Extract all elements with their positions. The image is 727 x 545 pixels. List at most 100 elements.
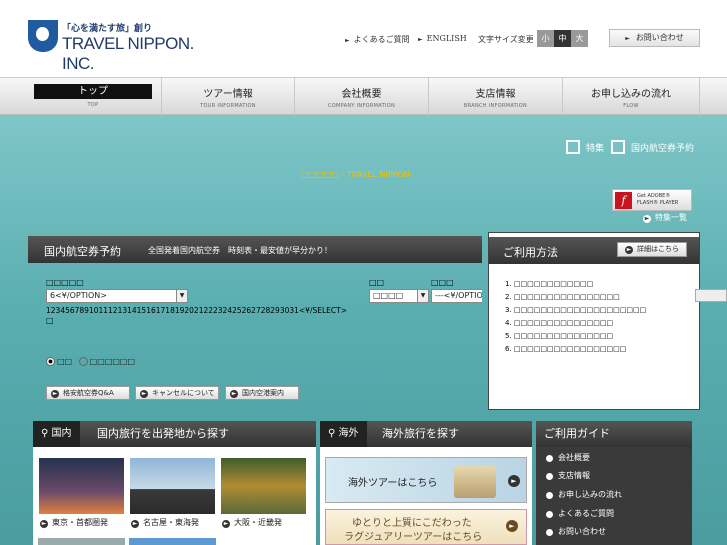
- photo-fragment: [129, 538, 216, 545]
- font-size-small-button[interactable]: 小: [537, 30, 554, 47]
- tokyo-photo[interactable]: [38, 457, 125, 515]
- departure-label: □□: [369, 278, 385, 287]
- arrow-circle-icon: ►: [625, 246, 633, 254]
- air-ticket-header: 国内航空券予約 全国発着国内航空券 時刻表・最安値が早分かり！: [28, 236, 482, 263]
- arrow-circle-icon: ►: [643, 215, 651, 223]
- luxury-banner-line-2: ラグジュアリーツアーはこちら: [344, 532, 483, 543]
- usage-step: 5. □□□□□□□□□□□□□□□: [505, 332, 614, 340]
- contact-button-label: お問い合わせ: [635, 33, 684, 42]
- guide-item-branch[interactable]: 支店情報: [546, 470, 590, 481]
- departure-select-value: □□□□: [373, 291, 404, 300]
- flash-logo-icon: f: [615, 192, 632, 209]
- air-ticket-panel: 国内航空券予約 全国発着国内航空券 時刻表・最安値が早分かり！ □□□□□ 6<…: [28, 232, 484, 410]
- bullet-icon: [546, 510, 553, 518]
- domestic-header: ⚲ 国内 国内旅行を出発地から探す: [33, 421, 316, 447]
- font-size-medium-button[interactable]: 中: [554, 30, 571, 47]
- site-header: 「心を満たす旅」創り TRAVEL NIPPON. INC. ► よくあるご質問 …: [0, 0, 727, 77]
- nav-item-label: 支店情報: [475, 89, 516, 100]
- usage-step: 3. □□□□□□□□□□□□□□□□□□□□: [505, 306, 647, 314]
- nav-item-flow[interactable]: お申し込みの流れ FLOW: [563, 78, 700, 115]
- month-select-value: 6<¥/OPTION>: [50, 291, 107, 300]
- luxury-banner-line-1: ゆとりと上質にこだわった: [352, 518, 472, 529]
- luxury-tours-banner[interactable]: ゆとりと上質にこだわった ラグジュアリーツアーはこちら ►: [325, 509, 527, 545]
- usage-header: ご利用方法 ► 詳細はこちら: [489, 237, 699, 264]
- global-nav: トップ TOP ツアー情報 TOUR INFORMATION 会社概要 COMP…: [0, 77, 727, 115]
- area-label: 大阪・近畿発: [234, 518, 282, 527]
- flash-badge-text: Get ADOBE® FLASH® PLAYER: [637, 193, 678, 207]
- arrival-label: □□□: [431, 278, 454, 287]
- contact-button[interactable]: ► お問い合わせ: [609, 29, 700, 47]
- english-link[interactable]: ► ENGLISH: [418, 34, 467, 43]
- guide-item-faq[interactable]: よくあるご質問: [546, 508, 614, 519]
- day-options-tail: □: [46, 316, 54, 325]
- nagoya-link[interactable]: ► 名古屋・東海発: [131, 517, 199, 528]
- trip-type-radio-2-label: □□□□□□: [89, 357, 136, 366]
- nav-item-label: ツアー情報: [203, 89, 253, 100]
- details-button[interactable]: ► 詳細はこちら: [617, 242, 687, 257]
- button-label: 国内空港案内: [242, 389, 284, 397]
- feature-checkbox[interactable]: [566, 140, 580, 154]
- airport-guide-button[interactable]: ► 国内空港案内: [225, 386, 299, 400]
- feature-checkbox-label: 特集: [586, 144, 605, 154]
- overflow-select-fragment[interactable]: [695, 289, 727, 302]
- arrow-circle-icon: ►: [131, 520, 139, 528]
- nav-item-label: 会社概要: [341, 89, 382, 100]
- arrow-circle-icon: ►: [222, 520, 230, 528]
- feature-list-link[interactable]: ► 特集一覧: [643, 212, 687, 223]
- air-ticket-checkbox-label: 国内航空券予約: [631, 144, 695, 154]
- nav-item-tour[interactable]: ツアー情報 TOUR INFORMATION: [161, 78, 295, 115]
- osaka-photo[interactable]: [220, 457, 307, 515]
- font-size-large-button[interactable]: 大: [571, 30, 588, 47]
- nav-item-sublabel: BRANCH INFORMATION: [463, 103, 528, 109]
- area-label: 名古屋・東海発: [143, 518, 199, 527]
- flash-line-2: FLASH® PLAYER: [637, 200, 679, 206]
- arrow-circle-icon: ►: [508, 475, 520, 487]
- tokyo-link[interactable]: ► 東京・首都圏発: [40, 517, 108, 528]
- get-flash-player-badge[interactable]: f Get ADOBE® FLASH® PLAYER: [612, 189, 692, 211]
- usage-title: ご利用方法: [503, 246, 558, 259]
- month-select[interactable]: 6<¥/OPTION> ▼: [46, 289, 188, 303]
- guide-panel: ご利用ガイド 会社概要 支店情報 お申し込みの流れ よくあるご質問 お問い合わせ: [536, 421, 692, 545]
- guide-title: ご利用ガイド: [544, 427, 610, 440]
- guide-item-company[interactable]: 会社概要: [546, 452, 590, 463]
- overseas-tours-banner[interactable]: 海外ツアーはこちら ►: [325, 457, 527, 503]
- arrival-select[interactable]: ---<¥/OPTION: [431, 289, 482, 303]
- logo-tagline: 「心を満たす旅」創り: [62, 24, 153, 34]
- usage-step: 2. □□□□□□□□□□□□□□□□: [505, 293, 620, 301]
- nagoya-photo[interactable]: [129, 457, 216, 515]
- international-title: 海外旅行を探す: [382, 427, 459, 440]
- faq-link[interactable]: ► よくあるご質問: [345, 34, 410, 45]
- details-button-label: 詳細はこちら: [637, 245, 679, 253]
- arrow-circle-icon: ►: [51, 390, 59, 398]
- osaka-link[interactable]: ► 大阪・近畿発: [222, 517, 282, 528]
- nav-item-company[interactable]: 会社概要 COMPANY INFORMATION: [295, 78, 429, 115]
- search-icon: ⚲: [41, 428, 52, 439]
- bullet-icon: [546, 491, 553, 499]
- air-ticket-title: 国内航空券予約: [44, 245, 121, 258]
- guide-item-flow[interactable]: お申し込みの流れ: [546, 489, 622, 500]
- arrow-circle-icon: ►: [506, 520, 518, 532]
- international-tag-label: 海外: [338, 428, 359, 439]
- departure-select[interactable]: □□□□ ▼: [369, 289, 429, 303]
- nav-item-label: トップ: [34, 84, 152, 99]
- trip-type-radio-2[interactable]: [78, 357, 88, 366]
- trip-type-radio-1[interactable]: [46, 357, 55, 366]
- nav-item-top[interactable]: トップ TOP: [28, 78, 158, 115]
- search-icon: ⚲: [328, 428, 339, 439]
- nav-item-sublabel: COMPANY INFORMATION: [328, 103, 395, 109]
- bullet-icon: [546, 454, 553, 462]
- date-label: □□□□□: [46, 278, 84, 287]
- guide-item-contact[interactable]: お問い合わせ: [546, 526, 606, 537]
- nav-item-branch[interactable]: 支店情報 BRANCH INFORMATION: [429, 78, 563, 115]
- international-tag: ⚲ 海外: [320, 421, 367, 447]
- arrival-select-value: ---<¥/OPTION: [435, 291, 482, 300]
- arrow-circle-icon: ►: [40, 520, 48, 528]
- button-label: 格安航空券Q&A: [63, 389, 114, 397]
- trip-type-radio-1-label: □□: [57, 357, 73, 366]
- site-logo[interactable]: 「心を満たす旅」創り TRAVEL NIPPON. INC.: [28, 20, 228, 73]
- cancel-info-button[interactable]: ► キャンセルについて: [135, 386, 219, 400]
- arrow-circle-icon: ►: [140, 390, 148, 398]
- cheap-ticket-qa-button[interactable]: ► 格安航空券Q&A: [46, 386, 130, 400]
- air-ticket-checkbox[interactable]: [611, 140, 625, 154]
- button-label: キャンセルについて: [152, 389, 215, 397]
